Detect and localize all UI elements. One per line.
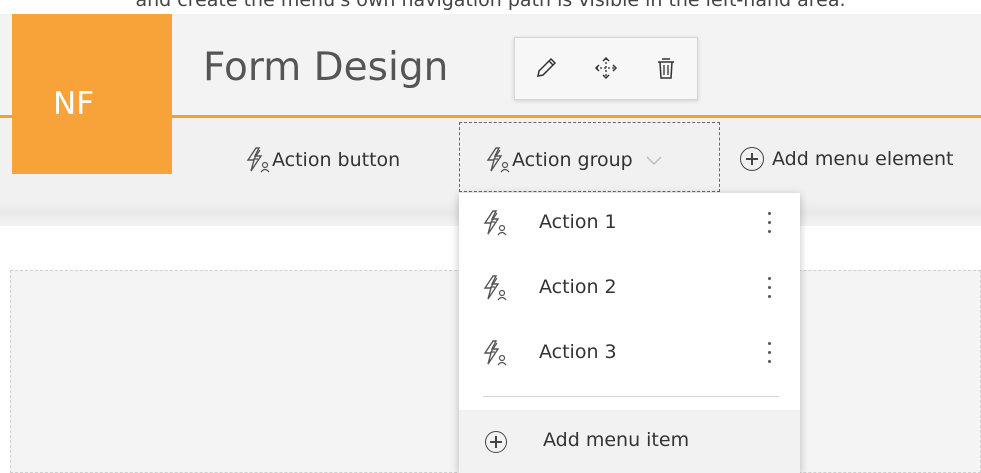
- dropdown-item[interactable]: Action 2: [459, 258, 800, 318]
- dropdown-item-label: Action 2: [539, 276, 617, 298]
- lightning-icon: [483, 340, 507, 366]
- add-circle-icon: [485, 431, 507, 453]
- lightning-icon: [483, 275, 507, 301]
- dropdown-item-label: Action 3: [539, 341, 617, 363]
- dropdown-item[interactable]: Action 3: [459, 323, 800, 383]
- add-menu-item-button[interactable]: Add menu item: [459, 410, 800, 473]
- add-menu-element-button[interactable]: Add menu element: [740, 147, 954, 171]
- dropdown-item-label: Action 1: [539, 211, 617, 233]
- more-options-icon[interactable]: [765, 339, 775, 367]
- top-caption: and create the menu's own navigation pat…: [135, 0, 846, 11]
- add-circle-icon: [740, 147, 764, 171]
- page-title: Form Design: [203, 45, 449, 90]
- trash-icon[interactable]: [653, 55, 679, 81]
- move-icon[interactable]: [593, 55, 619, 81]
- more-options-icon[interactable]: [765, 209, 775, 237]
- add-menu-element-label: Add menu element: [772, 148, 954, 170]
- action-button-label: Action button: [272, 149, 401, 171]
- pencil-icon[interactable]: [533, 55, 559, 81]
- selected-group-outline: [459, 122, 720, 192]
- dropdown-divider: [483, 396, 779, 397]
- lightning-icon: [483, 210, 507, 236]
- action-button[interactable]: Action button: [246, 147, 400, 173]
- action-group-dropdown: Action 1 Action 2 Action 3 Add menu item: [459, 193, 800, 473]
- lightning-icon: [246, 147, 270, 173]
- logo-text: NF: [53, 86, 95, 122]
- app-logo: NF: [12, 14, 172, 174]
- dropdown-item[interactable]: Action 1: [459, 193, 800, 253]
- more-options-icon[interactable]: [765, 274, 775, 302]
- top-clipped-text: and create the menu's own navigation pat…: [0, 0, 981, 14]
- add-menu-item-label: Add menu item: [543, 429, 690, 451]
- title-toolbar: [514, 37, 698, 100]
